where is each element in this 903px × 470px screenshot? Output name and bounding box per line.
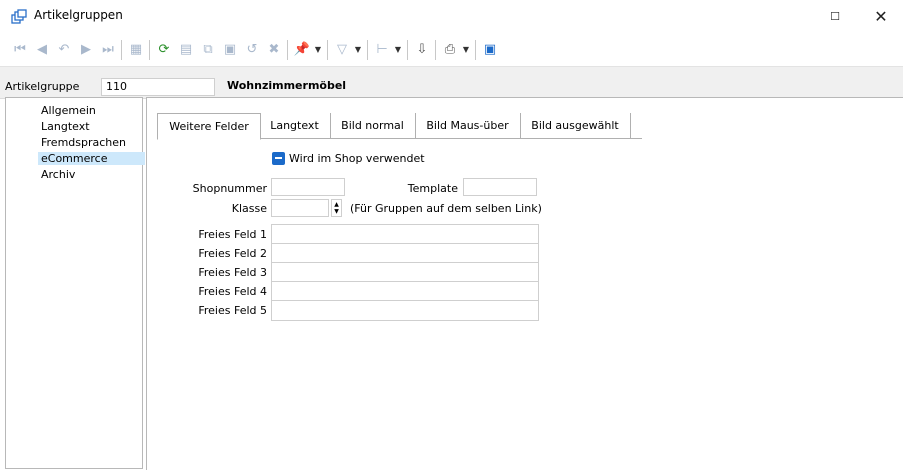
table-view-icon[interactable]: ▦ — [127, 40, 145, 58]
toolbar-separator — [407, 40, 408, 60]
shopnummer-field[interactable] — [271, 178, 345, 196]
template-field[interactable] — [463, 178, 537, 196]
cancel-icon[interactable]: ↺ — [243, 40, 261, 58]
pin-dropdown-icon[interactable]: ▼ — [313, 41, 323, 57]
toolbar-separator — [327, 40, 328, 60]
save-layout-icon[interactable]: ▣ — [481, 40, 499, 58]
free-field-1-label: Freies Feld 1 — [198, 228, 267, 241]
nav-item-ecommerce[interactable]: eCommerce — [38, 152, 145, 165]
last-record-icon[interactable]: ⏭ — [99, 40, 117, 58]
next-record-icon[interactable]: ▶ — [77, 40, 95, 58]
free-field-5-label: Freies Feld 5 — [198, 304, 267, 317]
nav-item-fremdsprachen[interactable]: Fremdsprachen — [38, 136, 145, 149]
free-field-4-input[interactable] — [271, 281, 539, 302]
first-record-icon[interactable]: ⏮ — [11, 40, 29, 58]
toolbar-separator — [149, 40, 150, 60]
tree-dropdown-icon[interactable]: ▼ — [393, 41, 403, 57]
toolbar-separator — [475, 40, 476, 60]
group-label: Artikelgruppe — [5, 80, 80, 93]
shopnummer-label: Shopnummer — [192, 182, 267, 195]
toolbar-separator — [121, 40, 122, 60]
close-button[interactable]: ✕ — [858, 0, 903, 32]
free-field-3-label: Freies Feld 3 — [198, 266, 267, 279]
tab-bild-ausgewaehlt[interactable]: Bild ausgewählt — [520, 113, 631, 138]
pin-icon[interactable]: 📌 — [293, 40, 311, 58]
group-number-field[interactable]: 110 — [101, 78, 215, 96]
klasse-label: Klasse — [231, 202, 267, 215]
window-title: Artikelgruppen — [34, 8, 123, 22]
group-name: Wohnzimmermöbel — [217, 78, 471, 96]
tree-icon[interactable]: ⊢ — [373, 40, 391, 58]
stacked-windows-icon — [11, 9, 27, 25]
nav-item-langtext[interactable]: Langtext — [38, 120, 145, 133]
toolbar-separator — [435, 40, 436, 60]
klasse-spinner-icon[interactable]: ▲ ▼ — [331, 199, 342, 217]
print-icon[interactable]: ⎙ — [441, 40, 459, 58]
shop-checkbox-label[interactable]: Wird im Shop verwendet — [289, 152, 425, 165]
free-field-3-input[interactable] — [271, 262, 539, 283]
tab-bild-maus-ueber[interactable]: Bild Maus-über — [415, 113, 521, 138]
refresh-icon[interactable]: ⟳ — [155, 40, 173, 58]
export-icon[interactable]: ⇩ — [413, 40, 431, 58]
template-label: Template — [407, 182, 458, 195]
tab-weitere-felder[interactable]: Weitere Felder — [157, 113, 261, 140]
free-field-5-input[interactable] — [271, 300, 539, 321]
title-bar — [0, 0, 903, 32]
filter-dropdown-icon[interactable]: ▼ — [353, 41, 363, 57]
toolbar-separator — [367, 40, 368, 60]
free-field-2-input[interactable] — [271, 243, 539, 264]
free-field-4-label: Freies Feld 4 — [198, 285, 267, 298]
toolbar-separator — [287, 40, 288, 60]
free-field-2-label: Freies Feld 2 — [198, 247, 267, 260]
nav-item-archiv[interactable]: Archiv — [38, 168, 145, 181]
delete-icon[interactable]: ✖ — [265, 40, 283, 58]
tab-bild-normal[interactable]: Bild normal — [330, 113, 416, 138]
maximize-button[interactable]: ☐ — [812, 0, 858, 32]
klasse-field[interactable] — [271, 199, 329, 217]
tab-langtext[interactable]: Langtext — [259, 113, 331, 138]
free-field-1-input[interactable] — [271, 224, 539, 245]
save-icon[interactable]: ▣ — [221, 40, 239, 58]
undo-icon[interactable]: ↶ — [55, 40, 73, 58]
filter-icon[interactable]: ▽ — [333, 40, 351, 58]
nav-item-allgemein[interactable]: Allgemein — [38, 104, 145, 117]
shop-checkbox[interactable] — [272, 152, 285, 165]
klasse-hint: (Für Gruppen auf dem selben Link) — [350, 202, 542, 215]
copy-record-icon[interactable]: ⧉ — [199, 40, 217, 58]
new-record-icon[interactable]: ▤ — [177, 40, 195, 58]
print-dropdown-icon[interactable]: ▼ — [461, 41, 471, 57]
previous-record-icon[interactable]: ◀ — [33, 40, 51, 58]
